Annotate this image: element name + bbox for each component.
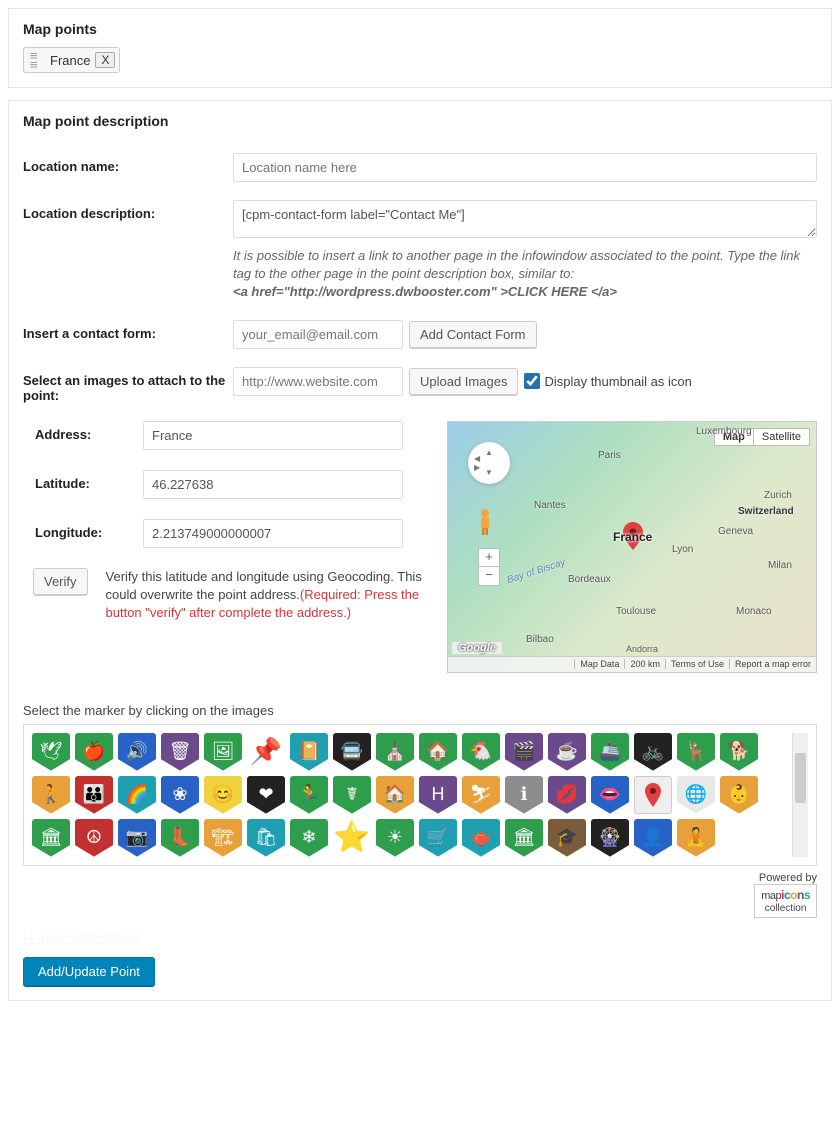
marker-option[interactable]: 👶: [720, 776, 758, 814]
verify-help-text: Verify this latitude and longitude using…: [106, 568, 427, 623]
marker-option[interactable]: 🐔: [462, 733, 500, 771]
marker-option[interactable]: 📌: [247, 733, 285, 771]
marker-option[interactable]: 🗑: [161, 733, 199, 771]
location-name-input[interactable]: [233, 153, 817, 182]
marker-option[interactable]: 🍎: [75, 733, 113, 771]
marker-option[interactable]: ℹ: [505, 776, 543, 814]
marker-option[interactable]: 🫖: [462, 819, 500, 857]
add-contact-form-button[interactable]: Add Contact Form: [409, 321, 537, 348]
marker-option[interactable]: 🖼: [204, 733, 242, 771]
thumbnail-checkbox[interactable]: [524, 373, 540, 389]
map-report-link[interactable]: Report a map error: [729, 659, 816, 669]
marker-option[interactable]: 👪: [75, 776, 113, 814]
thumbnail-checkbox-label[interactable]: Display thumbnail as icon: [524, 373, 691, 389]
pegman-icon[interactable]: [476, 508, 494, 542]
marker-option[interactable]: 🏗: [204, 819, 242, 857]
drag-handle-icon[interactable]: ≡≡: [30, 51, 44, 69]
zoom-out-button[interactable]: −: [479, 567, 499, 585]
location-desc-textarea[interactable]: [cpm-contact-form label="Contact Me"]: [233, 200, 817, 238]
map-pan-control[interactable]: [468, 442, 510, 484]
marker-option[interactable]: 🐕: [720, 733, 758, 771]
marker-option[interactable]: 🚢: [591, 733, 629, 771]
powered-by: Powered by mapicons collection: [23, 872, 817, 918]
marker-option[interactable]: 🚶: [32, 776, 70, 814]
latitude-label: Latitude:: [23, 470, 143, 491]
verify-button[interactable]: Verify: [33, 568, 88, 595]
marker-option[interactable]: 🎡: [591, 819, 629, 857]
point-tag-close[interactable]: X: [95, 52, 115, 68]
marker-option[interactable]: ☀: [376, 819, 414, 857]
marker-option[interactable]: ❄: [290, 819, 328, 857]
marker-option[interactable]: 🏛: [32, 819, 70, 857]
marker-option[interactable]: 🧘: [677, 819, 715, 857]
marker-option[interactable]: H: [419, 776, 457, 814]
point-tag-label: France: [50, 53, 90, 68]
more-info-link[interactable]: [+ more information]: [23, 930, 817, 945]
marker-option[interactable]: 🔊: [118, 733, 156, 771]
marker-option[interactable]: ☤: [333, 776, 371, 814]
location-desc-hint: It is possible to insert a link to anoth…: [233, 247, 817, 302]
map-points-title: Map points: [23, 21, 817, 37]
longitude-label: Longitude:: [23, 519, 143, 540]
marker-option[interactable]: 🚍: [333, 733, 371, 771]
marker-option[interactable]: 🏛: [505, 819, 543, 857]
add-update-point-button[interactable]: Add/Update Point: [23, 957, 155, 986]
marker-option[interactable]: 💋: [548, 776, 586, 814]
marker-option[interactable]: 👤: [634, 819, 672, 857]
marker-option[interactable]: [634, 776, 672, 814]
image-url-input[interactable]: [233, 367, 403, 396]
marker-option[interactable]: 📷: [118, 819, 156, 857]
map-points-panel: Map points ≡≡ France X: [8, 8, 832, 88]
marker-option[interactable]: ⛷: [462, 776, 500, 814]
location-desc-label: Location description:: [23, 200, 233, 221]
marker-option[interactable]: 😊: [204, 776, 242, 814]
upload-images-button[interactable]: Upload Images: [409, 368, 518, 395]
marker-option[interactable]: 🕊: [32, 733, 70, 771]
desc-title: Map point description: [23, 113, 817, 129]
marker-option[interactable]: ❤: [247, 776, 285, 814]
map-scale: 200 km: [624, 659, 665, 669]
marker-option[interactable]: 🚲: [634, 733, 672, 771]
marker-option[interactable]: 🛒: [419, 819, 457, 857]
contact-form-label: Insert a contact form:: [23, 320, 233, 341]
marker-option[interactable]: 🏃: [290, 776, 328, 814]
marker-option[interactable]: 🎬: [505, 733, 543, 771]
images-label: Select an images to attach to the point:: [23, 367, 233, 403]
marker-option[interactable]: 🛍: [247, 819, 285, 857]
marker-option[interactable]: 🦌: [677, 733, 715, 771]
marker-option[interactable]: ☮: [75, 819, 113, 857]
google-logo: Google: [452, 642, 502, 654]
map-point-description-panel: Map point description Location name: Loc…: [8, 100, 832, 1001]
marker-option[interactable]: 🌐: [677, 776, 715, 814]
map-preview[interactable]: Map Satellite + − France Paris Nantes Bo…: [447, 421, 817, 673]
marker-option[interactable]: 🏠: [419, 733, 457, 771]
marker-option[interactable]: 🌈: [118, 776, 156, 814]
marker-picker: 🕊🍎🔊🗑🖼📌📔🚍⛪🏠🐔🎬☕🚢🚲🦌🐕🚶👪🌈❀😊❤🏃☤🏠H⛷ℹ💋👄🌐👶🏛☮📷👢🏗🛍❄…: [23, 724, 817, 866]
map-type-satellite[interactable]: Satellite: [754, 429, 809, 445]
marker-option[interactable]: 📔: [290, 733, 328, 771]
map-data-link[interactable]: Map Data: [574, 659, 624, 669]
marker-option[interactable]: 🏠: [376, 776, 414, 814]
map-zoom-control[interactable]: + −: [478, 548, 500, 586]
map-terms-link[interactable]: Terms of Use: [665, 659, 729, 669]
marker-option[interactable]: ❀: [161, 776, 199, 814]
longitude-input[interactable]: [143, 519, 403, 548]
point-tag[interactable]: ≡≡ France X: [23, 47, 120, 73]
marker-select-label: Select the marker by clicking on the ima…: [23, 703, 817, 718]
address-label: Address:: [23, 421, 143, 442]
latitude-input[interactable]: [143, 470, 403, 499]
location-name-label: Location name:: [23, 153, 233, 174]
marker-option[interactable]: ⛪: [376, 733, 414, 771]
address-input[interactable]: [143, 421, 403, 450]
marker-option[interactable]: ☕: [548, 733, 586, 771]
marker-scrollbar[interactable]: [792, 733, 808, 857]
marker-option[interactable]: 🎓: [548, 819, 586, 857]
contact-email-input[interactable]: [233, 320, 403, 349]
marker-option[interactable]: 👄: [591, 776, 629, 814]
map-center-label: France: [613, 530, 652, 544]
marker-option[interactable]: 👢: [161, 819, 199, 857]
marker-option[interactable]: ⭐: [333, 819, 371, 857]
zoom-in-button[interactable]: +: [479, 549, 499, 567]
